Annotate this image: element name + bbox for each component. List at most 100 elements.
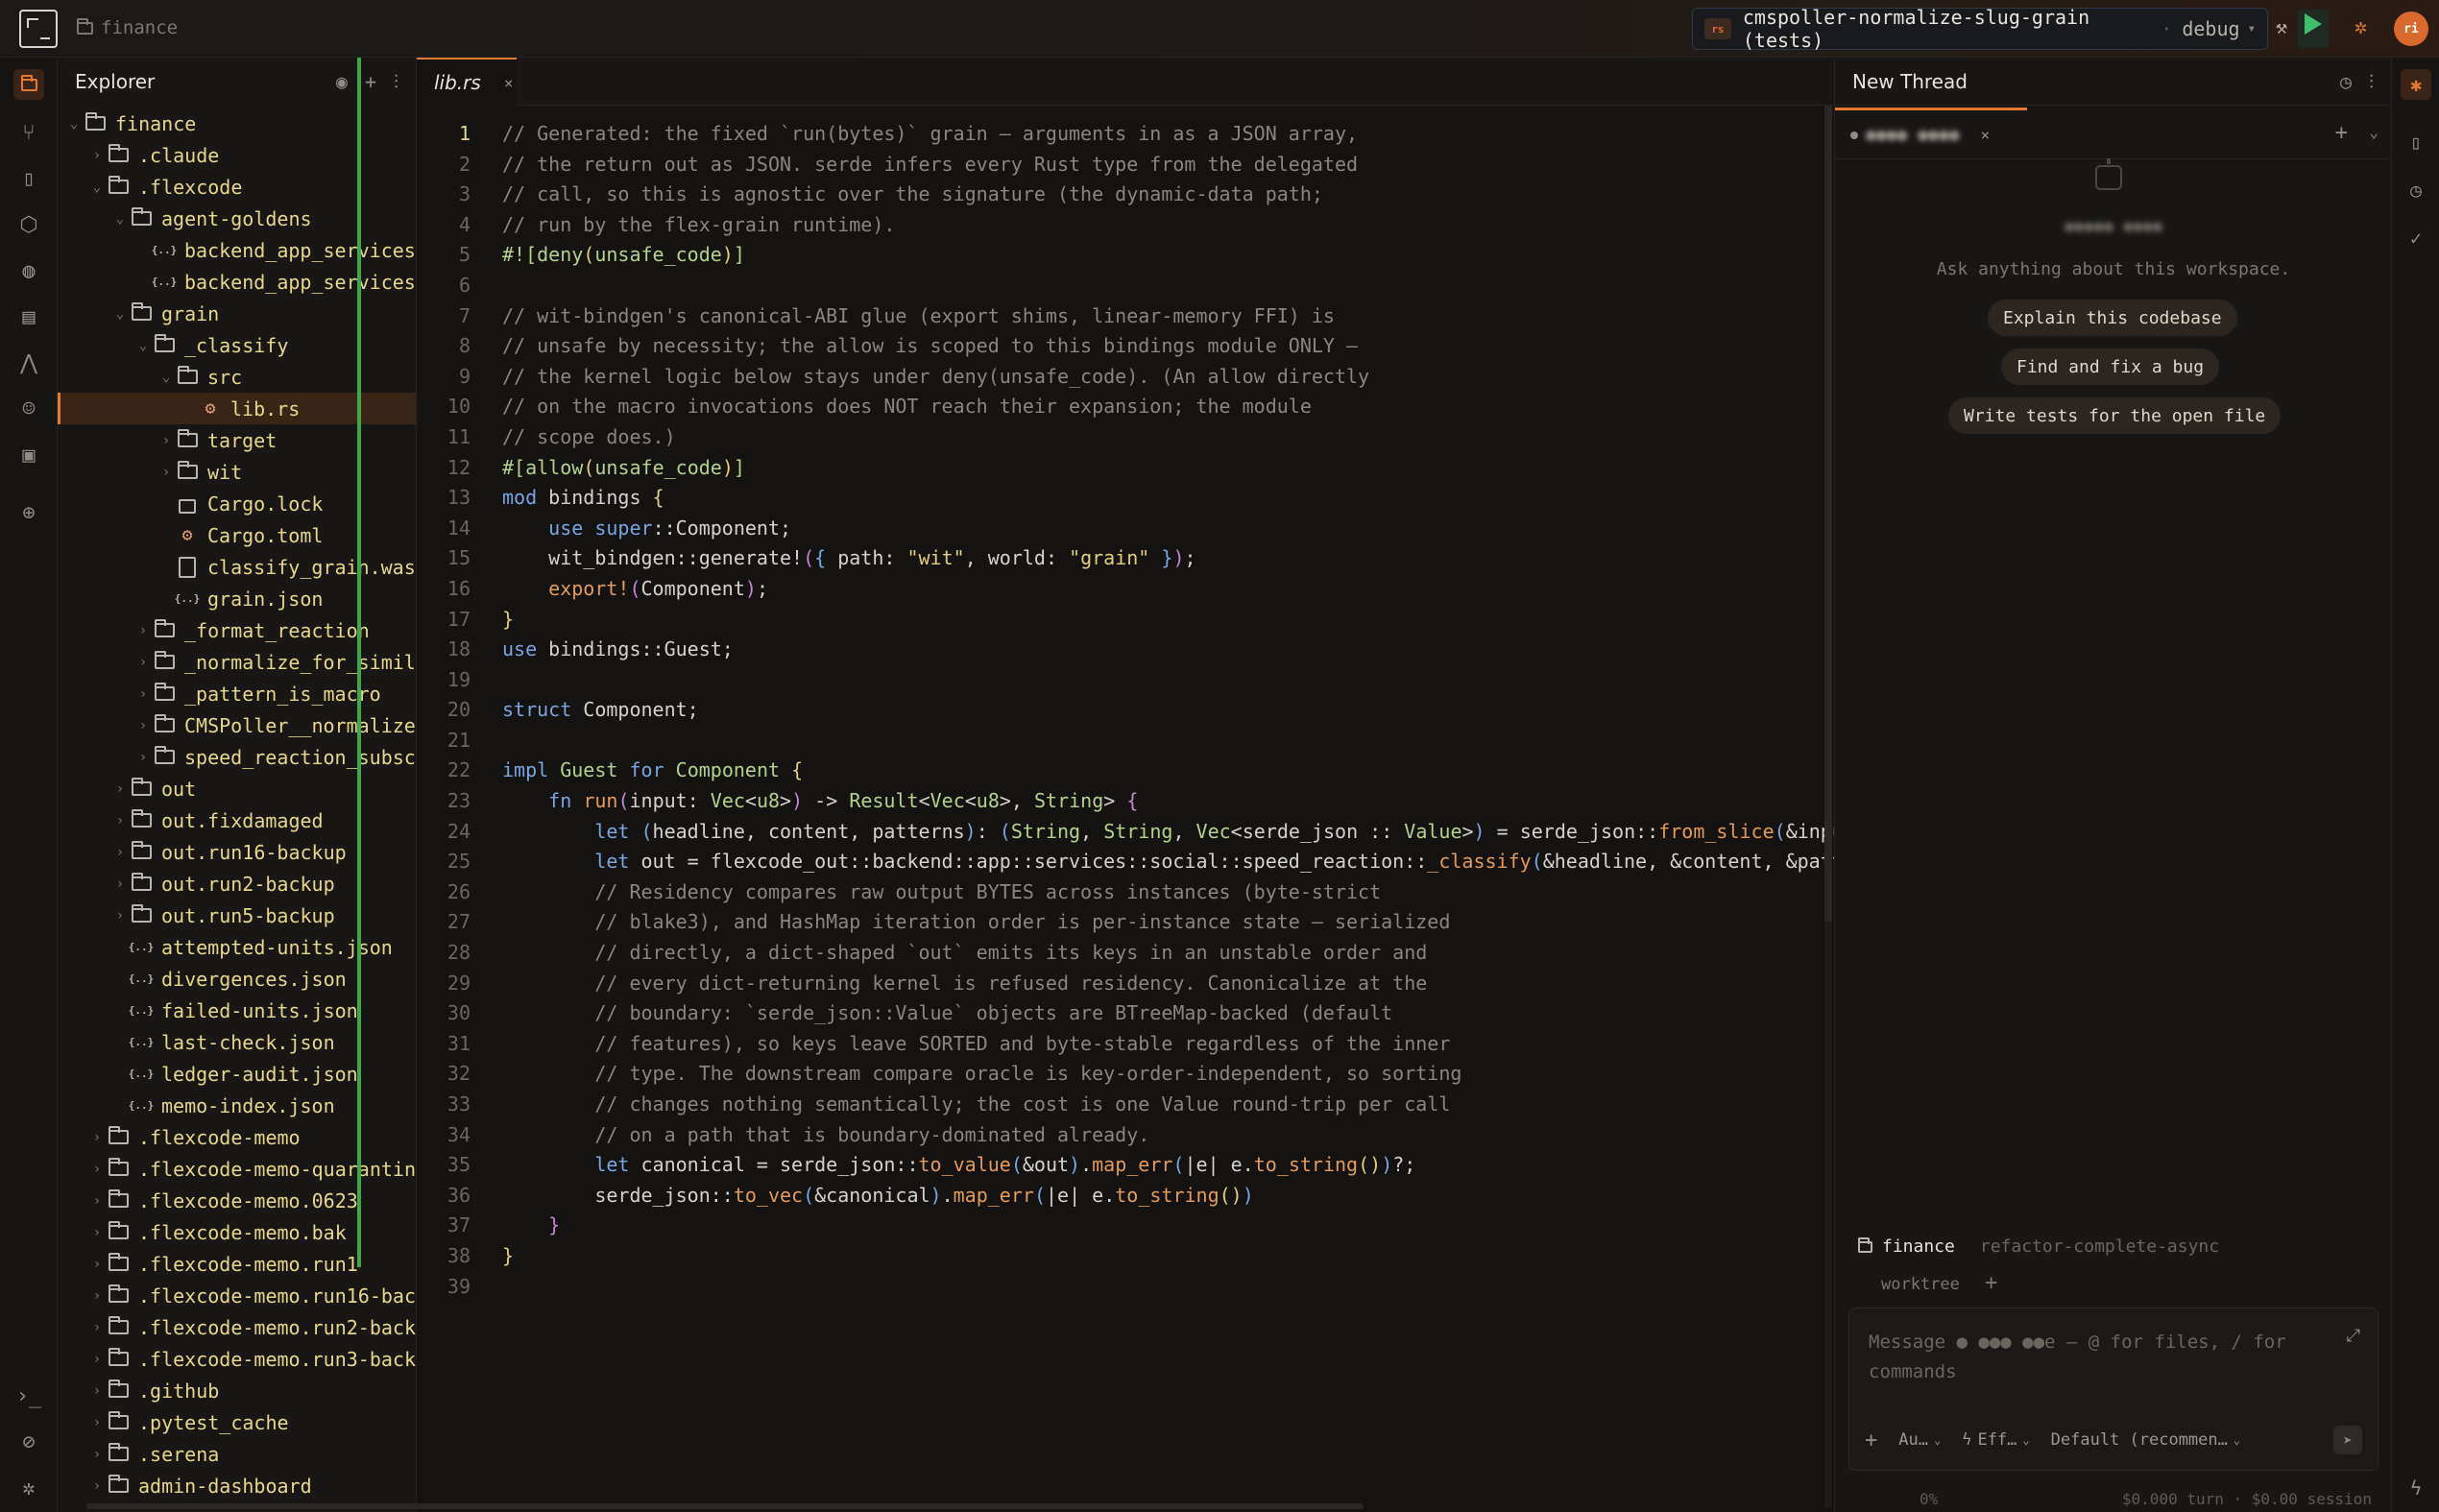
book-open-icon[interactable]: ▯ <box>2401 127 2431 157</box>
tree-folder[interactable]: › .flexcode-memo <box>58 1121 416 1153</box>
tree-folder[interactable]: › .serena <box>58 1438 416 1470</box>
chevron-icon[interactable]: ⌄ <box>134 338 152 353</box>
globe-icon[interactable]: ◍ <box>13 255 44 286</box>
code-line[interactable]: 18 use bindings::Guest; <box>417 635 1834 665</box>
tree-folder[interactable]: ⌄ .flexcode <box>58 171 416 203</box>
chevron-icon[interactable]: › <box>134 718 152 733</box>
chevron-icon[interactable]: › <box>157 433 175 448</box>
chevron-icon[interactable]: › <box>88 1130 106 1145</box>
collapse-icon[interactable]: ⫶ <box>394 70 398 93</box>
tree-file[interactable]: {..} grain.json <box>58 583 416 614</box>
chevron-icon[interactable]: › <box>157 465 175 480</box>
more-icon[interactable]: ⫶ <box>2369 70 2374 93</box>
code-line[interactable]: 37 } <box>417 1211 1834 1241</box>
tree-folder[interactable]: › out.run2-backup <box>58 868 416 900</box>
avatar[interactable]: ri <box>2394 12 2428 46</box>
chevron-icon[interactable]: › <box>88 1193 106 1209</box>
code-line[interactable]: 22 impl Guest for Component { <box>417 756 1834 786</box>
tree-file[interactable]: {..} backend_app_services <box>58 266 416 298</box>
tree-folder[interactable]: ⌄ grain <box>58 298 416 329</box>
chevron-icon[interactable]: › <box>134 750 152 765</box>
tree-folder[interactable]: › .flexcode-memo.run1 <box>58 1248 416 1280</box>
chevron-icon[interactable]: › <box>88 1288 106 1304</box>
code-line[interactable]: 3 // call, so this is agnostic over the s… <box>417 180 1834 210</box>
code-line[interactable]: 17} <box>417 605 1834 636</box>
tree-folder[interactable]: › out.run16-backup <box>58 836 416 868</box>
tree-file[interactable]: {..} backend_app_services <box>58 234 416 266</box>
chevron-icon[interactable]: › <box>88 1447 106 1462</box>
code-line[interactable]: 32 // type. The downstream compare oracl… <box>417 1059 1834 1090</box>
code-line[interactable]: 27 // blake3), and HashMap iteration ord… <box>417 907 1834 938</box>
code-line[interactable]: 4 // run by the flex-grain runtime). <box>417 210 1834 241</box>
tree-file[interactable]: {..} memo-index.json <box>58 1090 416 1121</box>
suggestion-find-fix-bug[interactable]: Find and fix a bug <box>2001 348 2220 385</box>
agent-icon[interactable]: ✱ <box>2401 69 2431 100</box>
chevron-icon[interactable]: › <box>88 1257 106 1272</box>
tree-folder[interactable]: › wit <box>58 456 416 488</box>
chevron-icon[interactable]: › <box>134 655 152 670</box>
code-line[interactable]: 39 <box>417 1272 1834 1303</box>
code-line[interactable]: 25 let out = flexcode_out::backend::app:… <box>417 847 1834 877</box>
chevron-icon[interactable]: › <box>88 1415 106 1430</box>
tree-file[interactable]: {..} attempted-units.json <box>58 931 416 963</box>
code-line[interactable]: 7 // wit-bindgen's canonical-ABI glue (ex… <box>417 301 1834 332</box>
tree-file[interactable]: classify_grain.was <box>58 551 416 583</box>
chevron-icon[interactable]: › <box>88 1352 106 1367</box>
tab-lib-rs[interactable]: lib.rs × <box>417 58 517 106</box>
tree-folder[interactable]: › out.fixdamaged <box>58 804 416 836</box>
chevron-icon[interactable]: › <box>88 148 106 163</box>
mode-select[interactable]: Au… ⌄ <box>1898 1430 1941 1450</box>
code-line[interactable]: 13 mod bindings { <box>417 483 1834 514</box>
target-icon[interactable]: ⊕ <box>13 497 44 528</box>
tree-folder[interactable]: › .claude <box>58 139 416 171</box>
worktree-label[interactable]: worktree <box>1881 1275 1960 1294</box>
tree-folder[interactable]: › .pytest_cache <box>58 1406 416 1438</box>
code-line[interactable]: 8 // unsafe by necessity; the allow is sc… <box>417 331 1834 362</box>
tree-folder[interactable]: › _normalize_for_simil <box>58 646 416 678</box>
bug-icon[interactable]: ✲ <box>2354 15 2367 39</box>
book-icon[interactable]: ▯ <box>13 163 44 194</box>
chevron-icon[interactable]: ⌄ <box>111 306 129 322</box>
tree-folder[interactable]: › .flexcode-memo.bak <box>58 1216 416 1248</box>
tree-folder[interactable]: ⌄ agent-goldens <box>58 203 416 234</box>
code-line[interactable]: 38} <box>417 1241 1834 1272</box>
add-worktree-button[interactable]: + <box>1985 1271 1997 1295</box>
code-line[interactable]: 21 <box>417 726 1834 756</box>
chevron-icon[interactable]: › <box>88 1162 106 1177</box>
hammer-icon[interactable]: ⚒ <box>2276 15 2297 40</box>
code-line[interactable]: 6 <box>417 271 1834 301</box>
code-line[interactable]: 24 let (headline, content, patterns): (S… <box>417 817 1834 848</box>
code-line[interactable]: 34 // on a path that is boundary-dominat… <box>417 1120 1834 1151</box>
chevron-icon[interactable]: › <box>88 1478 106 1494</box>
close-icon[interactable]: × <box>504 74 514 92</box>
suggestion-explain-codebase[interactable]: Explain this codebase <box>1988 300 2237 336</box>
chevron-icon[interactable]: › <box>88 1320 106 1335</box>
status-icon[interactable]: ⊘ <box>13 1427 44 1457</box>
app-logo[interactable] <box>19 10 58 48</box>
source-control-icon[interactable]: ⑂ <box>13 117 44 148</box>
tree-folder[interactable]: › out.run5-backup <box>58 900 416 931</box>
tree-folder[interactable]: › _pattern_is_macro <box>58 678 416 709</box>
chevron-icon[interactable]: ⌄ <box>157 370 175 385</box>
code-line[interactable]: 33 // changes nothing semantically; the … <box>417 1090 1834 1120</box>
eye-icon[interactable]: ◉ <box>336 70 348 93</box>
image-icon[interactable]: ▣ <box>13 440 44 470</box>
tree-file[interactable]: ⚙ lib.rs <box>58 393 416 424</box>
send-button[interactable]: ➤ <box>2333 1426 2362 1454</box>
context-folder[interactable]: finance <box>1882 1236 1955 1257</box>
chevron-down-icon[interactable]: ⌄ <box>2369 123 2379 141</box>
chevron-icon[interactable]: › <box>134 686 152 702</box>
model-select[interactable]: Default (recommen… ⌄ <box>2051 1430 2240 1450</box>
tree-folder[interactable]: › target <box>58 424 416 456</box>
workspace-breadcrumb[interactable]: finance <box>77 17 178 38</box>
tree-folder[interactable]: › out <box>58 773 416 804</box>
tree-file[interactable]: Cargo.lock <box>58 488 416 519</box>
code-line[interactable]: 11 // scope does.) <box>417 422 1834 453</box>
chevron-icon[interactable]: › <box>111 781 129 797</box>
code-line[interactable]: 30 // boundary: `serde_json::Value` obje… <box>417 998 1834 1029</box>
tree-folder[interactable]: › speed_reaction_subsc <box>58 741 416 773</box>
code-line[interactable]: 16 export!(Component); <box>417 574 1834 605</box>
tree-folder[interactable]: › CMSPoller__normalize <box>58 709 416 741</box>
package-icon[interactable]: ⬡ <box>13 209 44 240</box>
code-line[interactable]: 29 // every dict-returning kernel is ref… <box>417 969 1834 999</box>
